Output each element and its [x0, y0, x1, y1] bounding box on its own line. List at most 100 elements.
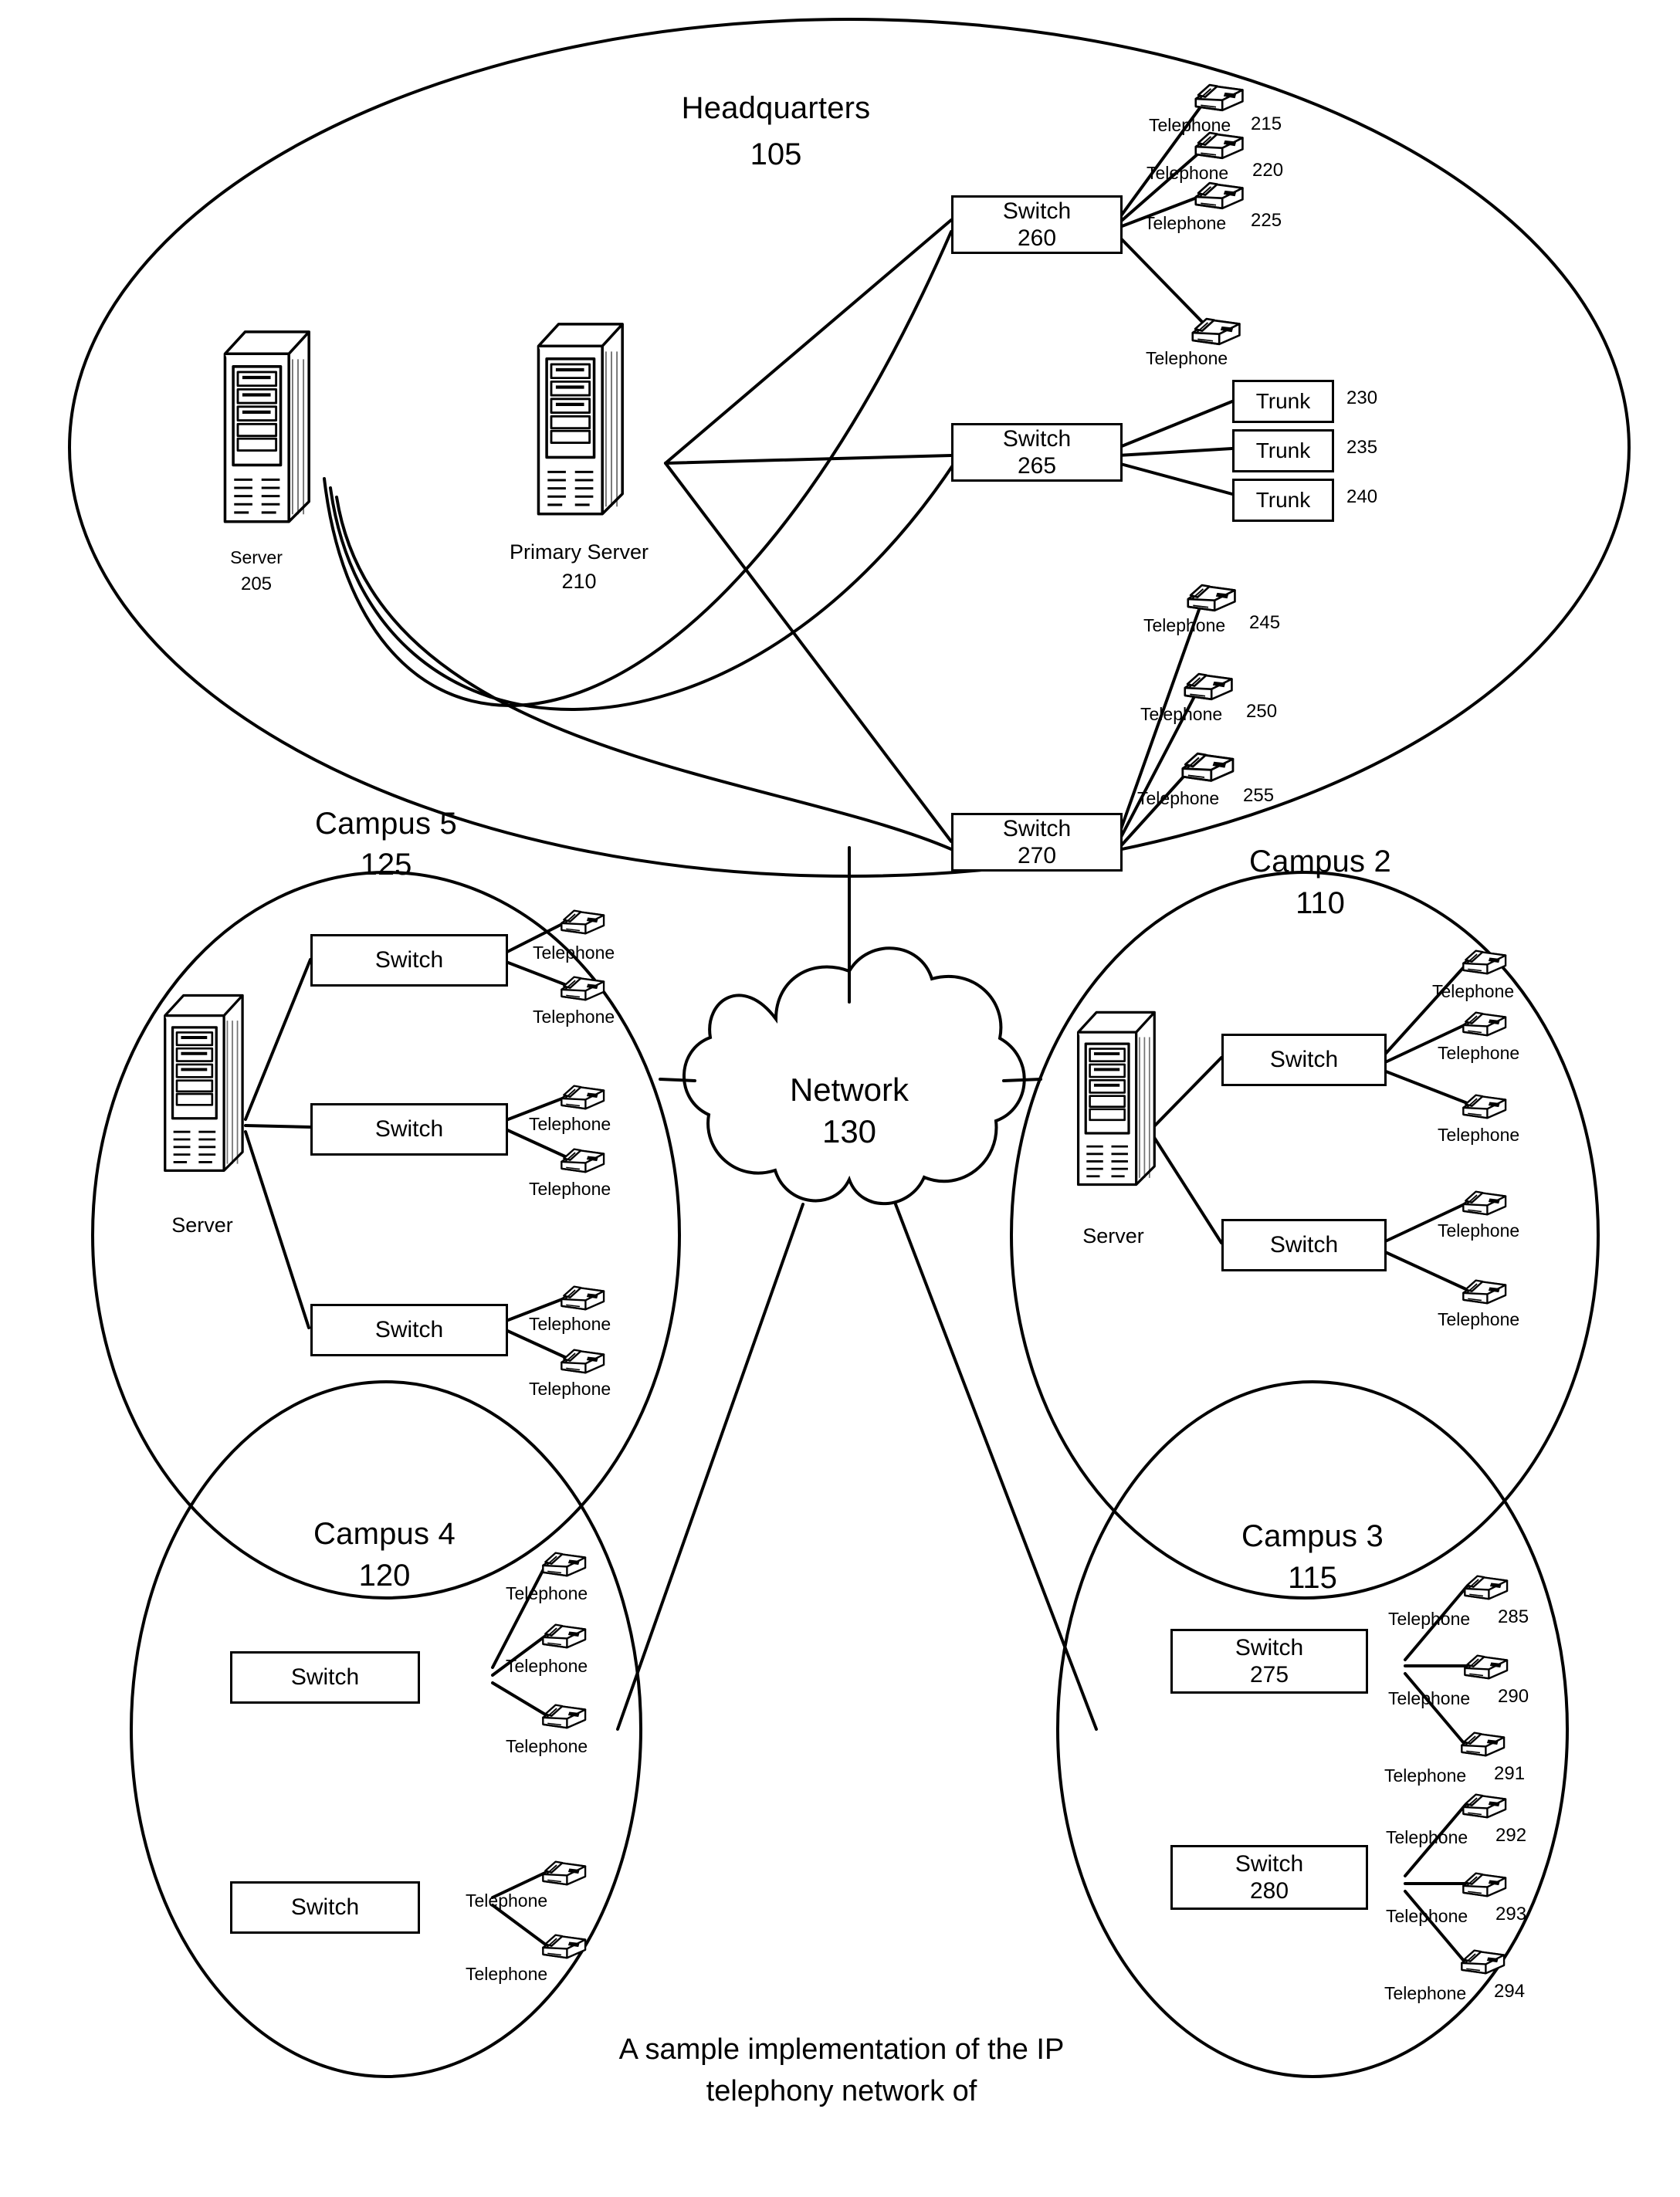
- telephone-icon: [1462, 1872, 1507, 1897]
- telephone-294-label: Telephone: [1384, 1983, 1467, 2003]
- trunk-230-label: Trunk: [1255, 389, 1311, 413]
- primary-server-210-number: 210: [561, 570, 597, 593]
- campus4-switch-1-phone-1-label: Telephone: [506, 1583, 588, 1603]
- telephone-icon: [1461, 1732, 1506, 1757]
- telephone-220-label: Telephone: [1147, 163, 1229, 183]
- campus5-switch-1-label: Switch: [374, 947, 444, 973]
- telephone-285-number: 285: [1498, 1606, 1529, 1627]
- trunk-235-label: Trunk: [1255, 438, 1311, 462]
- telephone-290-label: Telephone: [1388, 1688, 1471, 1708]
- telephone-icon: [542, 1860, 587, 1886]
- telephone-293-number: 293: [1495, 1904, 1527, 1924]
- telephone-icon: [561, 976, 605, 1001]
- telephone-icon: [1462, 1793, 1507, 1819]
- telephone-215-number: 215: [1251, 113, 1282, 134]
- server-icon: [225, 332, 309, 522]
- telephone-icon: [1194, 131, 1244, 160]
- telephone-icon: [561, 1349, 605, 1374]
- campus4-switch-1-label: Switch: [290, 1664, 360, 1690]
- campus3-title: Campus 3: [1241, 1519, 1384, 1553]
- campus2-switch-2-box[interactable]: Switch: [1221, 1219, 1387, 1271]
- telephone-245-label: Telephone: [1143, 615, 1226, 635]
- campus2-server-label: Server: [1082, 1224, 1144, 1247]
- telephone-225-label: Telephone: [1144, 213, 1227, 233]
- campus4-switch-1-phone-3-label: Telephone: [506, 1736, 588, 1756]
- campus3-boundary: [1056, 1380, 1569, 2078]
- campus2-title: Campus 2: [1249, 845, 1391, 878]
- figure-caption-line-2: telephony network of: [706, 2075, 977, 2107]
- trunk-240-label: Trunk: [1255, 488, 1311, 512]
- campus5-switch-1-phone-2-label: Telephone: [533, 1007, 615, 1027]
- telephone-icon: [1462, 1190, 1507, 1216]
- campus2-switch-1-box[interactable]: Switch: [1221, 1034, 1387, 1086]
- campus5-switch-3-phone-2-label: Telephone: [529, 1379, 611, 1399]
- campus2-switch-2-label: Switch: [1269, 1232, 1339, 1258]
- campus5-number: 125: [360, 848, 412, 882]
- campus5-switch-2-phone-2-label: Telephone: [529, 1179, 611, 1199]
- campus5-switch-2-box[interactable]: Switch: [310, 1103, 508, 1156]
- campus2-switch-1-phone-1-label: Telephone: [1432, 981, 1515, 1001]
- campus4-switch-2-phone-2-label: Telephone: [466, 1964, 548, 1984]
- trunk-235-box[interactable]: Trunk: [1232, 429, 1334, 472]
- campus3-switch-280-box[interactable]: Switch 280: [1170, 1845, 1368, 1910]
- telephone-285-label: Telephone: [1388, 1609, 1471, 1629]
- server-205-label: Server: [230, 547, 283, 567]
- primary-server-210-label: Primary Server: [509, 540, 649, 564]
- telephone-255-number: 255: [1243, 785, 1275, 806]
- network-number: 130: [821, 1113, 877, 1149]
- campus5-switch-3-box[interactable]: Switch: [310, 1304, 508, 1356]
- telephone-291-label: Telephone: [1384, 1765, 1467, 1786]
- figure-caption-line-1: A sample implementation of the IP: [618, 2033, 1065, 2066]
- campus4-switch-2-label: Switch: [290, 1894, 360, 1920]
- switch-265-box[interactable]: Switch 265: [951, 423, 1123, 482]
- campus2-switch-1-phone-3-label: Telephone: [1438, 1125, 1520, 1145]
- campus2-switch-2-phone-1-label: Telephone: [1438, 1220, 1520, 1241]
- telephone-294-number: 294: [1494, 1981, 1526, 2002]
- campus2-switch-1-phone-2-label: Telephone: [1438, 1043, 1520, 1063]
- campus5-switch-2-phone-1-label: Telephone: [529, 1114, 611, 1134]
- campus4-switch-1-box[interactable]: Switch: [230, 1651, 420, 1704]
- telephone-icon: [1184, 672, 1233, 701]
- switch-270-box[interactable]: Switch 270: [951, 813, 1123, 872]
- trunk-230-number: 230: [1346, 388, 1378, 408]
- switch-270-label: Switch: [1002, 815, 1072, 841]
- telephone-255-label: Telephone: [1137, 788, 1220, 808]
- switch-270-number: 270: [1017, 843, 1057, 868]
- telephone-icon: [1194, 181, 1244, 210]
- trunk-240-number: 240: [1346, 486, 1378, 507]
- telephone-icon: [542, 1552, 587, 1577]
- trunk-240-box[interactable]: Trunk: [1232, 479, 1334, 522]
- telephone-icon: [1464, 1654, 1509, 1680]
- campus5-switch-3-phone-1-label: Telephone: [529, 1314, 611, 1334]
- campus4-boundary: [130, 1380, 642, 2078]
- telephone-icon: [1194, 83, 1244, 112]
- campus5-switch-2-label: Switch: [374, 1116, 444, 1142]
- campus3-switch-280-number: 280: [1249, 1878, 1289, 1904]
- campus3-switch-275-box[interactable]: Switch 275: [1170, 1629, 1368, 1694]
- telephone-293-label: Telephone: [1386, 1906, 1468, 1926]
- campus3-switch-275-label: Switch: [1235, 1634, 1304, 1660]
- switch-265-number: 265: [1017, 453, 1057, 479]
- campus5-switch-1-box[interactable]: Switch: [310, 934, 508, 987]
- telephone-icon: [1187, 584, 1236, 612]
- telephone-250-number: 250: [1246, 701, 1278, 722]
- telephone-290-number: 290: [1498, 1686, 1529, 1707]
- primary-server-icon: [538, 324, 622, 514]
- headquarters-number: 105: [750, 137, 802, 171]
- campus2-number: 110: [1296, 886, 1345, 920]
- telephone-220-number: 220: [1252, 160, 1284, 181]
- campus5-title: Campus 5: [315, 807, 457, 841]
- telephone-icon: [561, 909, 605, 935]
- campus5-server-icon: [163, 994, 245, 1173]
- telephone-215-label: Telephone: [1149, 115, 1231, 135]
- campus5-switch-3-label: Switch: [374, 1317, 444, 1342]
- telephone-icon: [542, 1623, 587, 1649]
- server-205-number: 205: [240, 574, 273, 594]
- switch-265-label: Switch: [1002, 425, 1072, 452]
- telephone-291-number: 291: [1494, 1763, 1526, 1784]
- telephone-icon: [1462, 950, 1507, 975]
- campus2-switch-2-phone-2-label: Telephone: [1438, 1309, 1520, 1329]
- trunk-230-box[interactable]: Trunk: [1232, 380, 1334, 423]
- campus4-switch-2-box[interactable]: Switch: [230, 1881, 420, 1934]
- switch-260-box[interactable]: Switch 260: [951, 195, 1123, 254]
